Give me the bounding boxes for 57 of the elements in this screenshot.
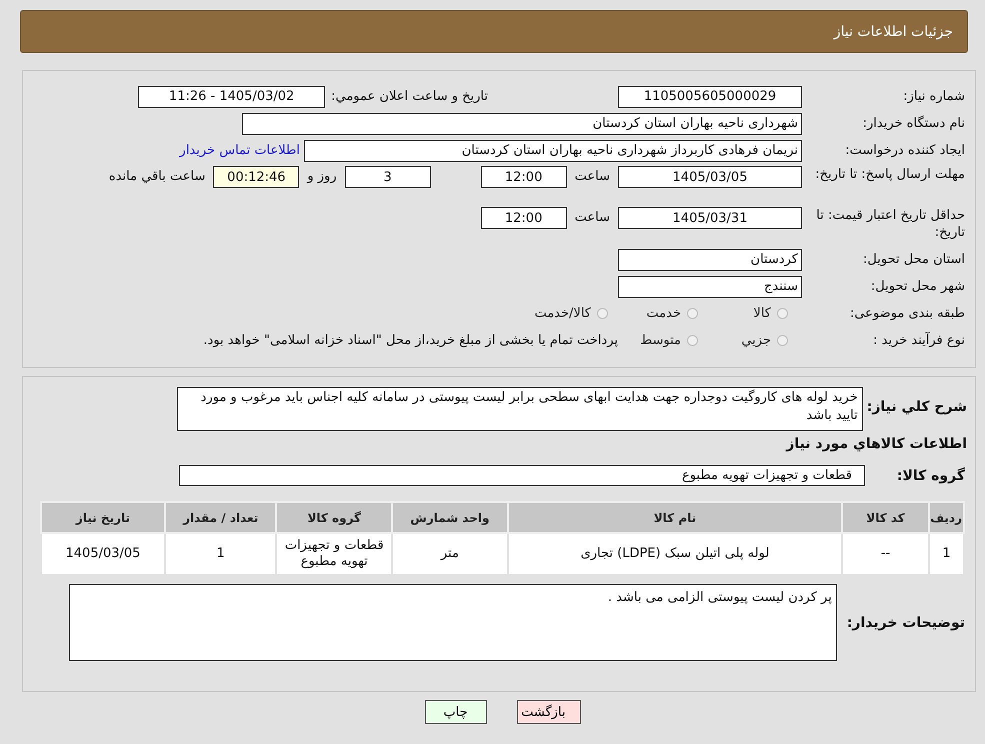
description-box: خرید لوله های کاروگیت دوجداره جهت هدایت ابهای سطحی برابر لیست پیوستی در سامانه کلیه اجناس باید مرغوب و مورد تایید باشد (176, 387, 863, 431)
field-label: شرح کلي نیاز: (866, 399, 968, 415)
field-label: طبقه بندی موضوعی: (848, 306, 966, 321)
field-label: نوع فرآیند خرید : (872, 333, 966, 348)
category-radio[interactable]: كالا (712, 306, 788, 321)
requester-field: نریمان فرهادی کاربرداز شهرداری ناحیه بهاران استان کردستان (304, 140, 802, 162)
field-label: تاریخ و ساعت اعلان عمومي: (331, 89, 488, 104)
days-label: روز و (307, 168, 337, 186)
field-label: شهر محل تحویل: (870, 279, 966, 294)
province-field: کردستان (618, 248, 802, 270)
print-button[interactable]: چاپ (424, 700, 486, 724)
field-label: گروه کالا: (896, 468, 966, 484)
buyer-notes-box: پر کردن لیست پیوستی الزامی می باشد . (68, 584, 837, 661)
validity-time-field: 12:00 (480, 207, 567, 229)
buyer-field: شهرداری ناحیه بهاران استان کردستان (242, 112, 802, 134)
column-header: واحد شمارش (392, 502, 508, 533)
days-field: 3 (344, 166, 431, 188)
table-cell: 1 (164, 533, 276, 575)
deadline-date-field: 1405/03/05 (618, 166, 802, 188)
table-cell: 1405/03/05 (41, 533, 165, 575)
buyer-contact-link[interactable]: اطلاعات تماس خریدار (180, 143, 300, 158)
field-label: نام دستگاه خریدار: (862, 116, 966, 131)
time-label: ساعت (574, 168, 610, 186)
column-header: تاریخ نیاز (41, 502, 165, 533)
remaining-label: ساعت باقي مانده (108, 168, 206, 186)
announce-date-field: 1405/03/02 - 11:26 (138, 86, 326, 108)
column-header: گروه کالا (276, 502, 392, 533)
table-cell: 1 (928, 533, 964, 575)
process-radio[interactable]: متوسط (622, 333, 698, 348)
field-label: ایجاد کننده درخواست: (844, 143, 966, 158)
field-label: شماره نیاز: (902, 89, 966, 104)
column-header: تعداد / مقدار (164, 502, 276, 533)
validity-date-field: 1405/03/31 (618, 207, 802, 229)
process-radio[interactable]: جزيي (712, 333, 788, 348)
field-label: توضیحات خریدار: (846, 614, 966, 630)
category-radio[interactable]: خدمت (622, 306, 698, 321)
column-header: ردیف (928, 502, 964, 533)
deadline-time-field: 12:00 (480, 166, 567, 188)
remaining-time-field: 00:12:46 (213, 166, 300, 188)
goods-group-field: قطعات و تجهیزات تهویه مطبوع (179, 465, 865, 486)
table-cell: متر (392, 533, 508, 575)
table-cell: لوله پلی اتیلن سبک (LDPE) تجاری (508, 533, 842, 575)
back-button[interactable]: بازگشت (516, 700, 580, 724)
time-label: ساعت (574, 209, 610, 227)
column-header: نام کالا (508, 502, 842, 533)
field-label: استان محل تحویل: (862, 252, 966, 267)
column-header: کد کالا (842, 502, 929, 533)
section-heading: اطلاعات کالاهاي مورد نیاز (784, 436, 968, 452)
table-cell: قطعات و تجهیزات تهویه مطبوع (276, 533, 392, 575)
city-field: سنندج (618, 276, 802, 298)
table-cell: -- (842, 533, 929, 575)
category-radio[interactable]: كالا/خدمت (532, 306, 608, 321)
need-number-field: 1105005605000029 (618, 86, 802, 108)
field-label: حداقل تاریخ اعتبار قیمت: تا تاریخ: (815, 207, 966, 241)
payment-note: پرداخت تمام یا بخشی از مبلغ خرید،از محل "اسناد خزانه اسلامی" خواهد بود. (203, 333, 618, 348)
page-title: جزئیات اطلاعات نیاز (834, 24, 953, 40)
field-label: مهلت ارسال پاسخ: تا تاریخ: (814, 166, 966, 183)
